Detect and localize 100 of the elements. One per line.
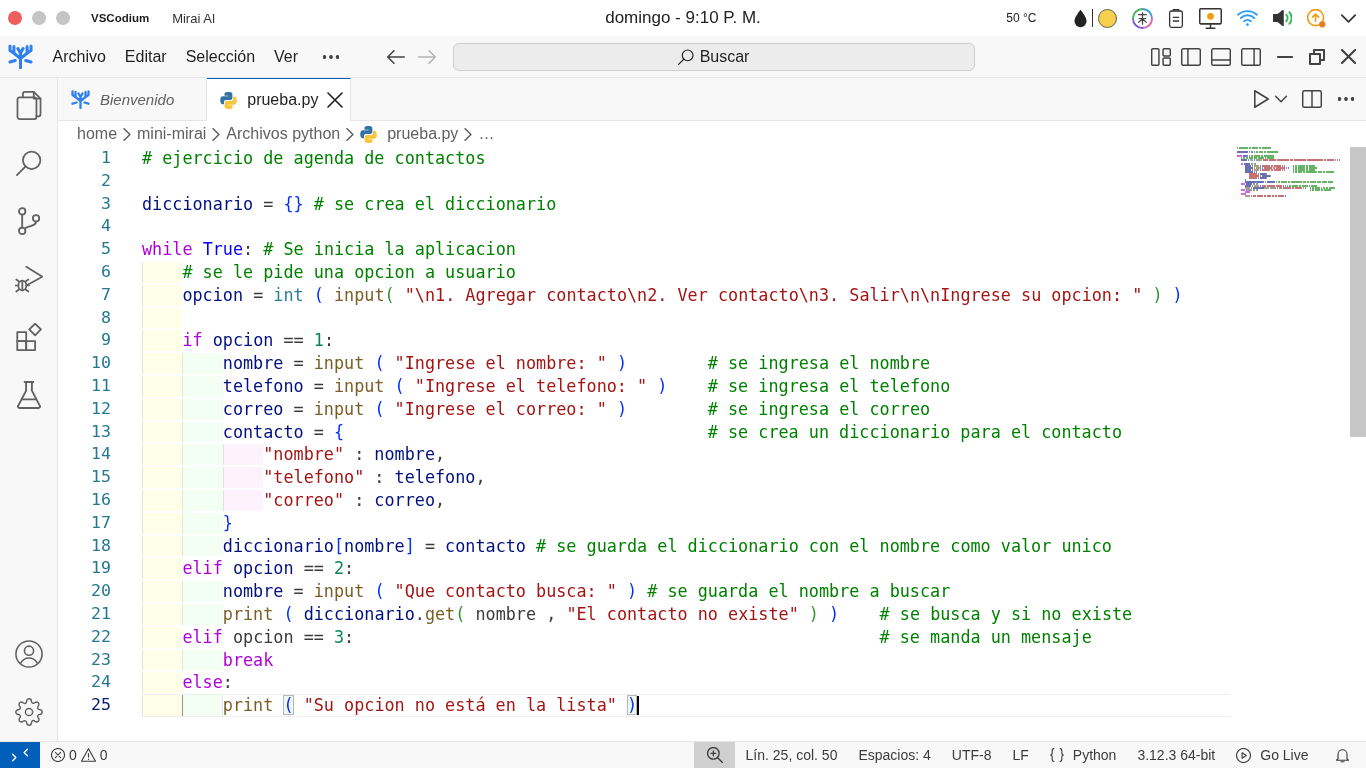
chevron-down-icon[interactable] (1341, 13, 1356, 23)
app-name[interactable]: VSCodium (91, 12, 150, 24)
status-bar-item[interactable]: Espacios: 4 (847, 742, 942, 768)
line-number: 14 (90, 443, 112, 466)
arrow-left-icon[interactable] (386, 49, 405, 64)
chevron-right-icon (212, 127, 221, 141)
menu-item[interactable]: Editar (115, 43, 177, 70)
run-icon[interactable] (1254, 90, 1269, 108)
search-box[interactable]: Buscar (452, 42, 975, 71)
split-icon[interactable] (1302, 90, 1322, 108)
status-bar-item[interactable]: LF (1001, 742, 1040, 768)
clipboard-icon[interactable] (1168, 8, 1184, 28)
sidebar-left-icon[interactable] (1181, 47, 1201, 66)
breadcrumb-item[interactable]: prueba.py (387, 125, 459, 143)
breadcrumb-item[interactable]: Archivos python (226, 125, 341, 143)
run-debug-icon[interactable] (14, 265, 43, 293)
code-line: print ( "Su opcion no está en la lista" ) (222, 695, 638, 716)
restore-icon[interactable] (1309, 48, 1325, 65)
indent-guide (142, 512, 183, 534)
status-bar-item[interactable]: Lín. 25, col. 50 (735, 742, 848, 768)
status-bar-item[interactable]: Go Live (1225, 742, 1319, 768)
indent-guide (142, 626, 183, 648)
code-line: telefono = input ( "Ingrese el telefono: " ) # se ingresa el telefono (222, 375, 951, 397)
update-icon[interactable] (1307, 8, 1326, 28)
line-number: 2 (100, 169, 112, 192)
gear-icon[interactable] (14, 698, 43, 726)
code-line: print ( diccionario.get( nombre , "El contacto no existe" ) ) # se busca y si no existe (222, 603, 1133, 625)
files-icon[interactable] (15, 90, 42, 120)
monitor-icon[interactable] (1199, 7, 1222, 29)
volume-icon[interactable] (1273, 10, 1292, 26)
code-line: elif opcion == 3: # se manda un mensaje (182, 626, 1092, 648)
close-dot-icon[interactable] (8, 11, 22, 25)
sidebar-right-icon[interactable] (1241, 47, 1261, 66)
close-icon[interactable] (1341, 49, 1356, 64)
code-line: diccionario = {} # se crea el diccionario (142, 193, 557, 215)
indent-guide (182, 581, 223, 602)
menu-item[interactable]: Ver (264, 43, 308, 70)
extensions-icon[interactable] (15, 323, 42, 351)
scrollbar-thumb[interactable] (1350, 147, 1366, 437)
indent-guide (142, 307, 183, 329)
dot-icon[interactable] (1098, 8, 1117, 28)
flask-icon[interactable] (16, 381, 41, 409)
breadcrumb-item[interactable]: … (478, 125, 495, 143)
indent-guide (142, 375, 183, 397)
status-bar-item[interactable]: 3.12.3 64-bit (1126, 742, 1226, 768)
line-number: 21 (90, 602, 112, 625)
menu-item[interactable]: Selección (176, 43, 265, 70)
window-name[interactable]: Mirai AI (172, 10, 216, 26)
line-number: 16 (90, 488, 112, 511)
more-icon[interactable] (322, 54, 339, 59)
close-icon[interactable] (327, 92, 344, 108)
indent-guide (182, 467, 223, 488)
line-number: 6 (100, 261, 112, 283)
wifi-icon[interactable] (1237, 10, 1258, 26)
status-bar-item[interactable]: Python (1039, 742, 1127, 768)
breadcrumb-item[interactable]: home (77, 125, 118, 143)
code-line: if opcion == 1: (182, 330, 334, 352)
code-line: "telefono" : telefono, (263, 467, 486, 488)
indent-guide (182, 398, 223, 420)
drop-icon[interactable] (1073, 8, 1087, 28)
breadcrumb-item[interactable]: mini-mirai (137, 125, 207, 143)
minimize-dot-icon[interactable] (32, 11, 46, 25)
status-bar-item[interactable]: UTF-8 (941, 742, 1002, 768)
line-number: 7 (100, 283, 112, 306)
temperature[interactable]: 50 °C (1006, 11, 1037, 25)
problems-button[interactable]: 0 0 (40, 742, 117, 768)
indent-guide (142, 695, 183, 716)
indent-guide (182, 353, 223, 374)
code-line: while True: # Se inicia la aplicacion (142, 239, 516, 260)
indent-guide (142, 489, 183, 511)
more-icon[interactable] (1338, 97, 1354, 101)
tab[interactable]: prueba.py (207, 78, 352, 121)
code-line: nombre = input ( "Que contacto busca: " ) # se guarda el nombre a buscar (222, 581, 951, 602)
chevron-down-icon[interactable] (1275, 95, 1287, 103)
panel-icon[interactable] (1211, 47, 1231, 66)
bell-icon[interactable] (1335, 747, 1350, 763)
badge-icon[interactable] (1132, 7, 1153, 29)
python-file-icon (220, 91, 238, 109)
line-number: 3 (100, 192, 112, 215)
line-number: 12 (90, 397, 112, 420)
code-line: correo = input ( "Ingrese el correo: " ) # se ingresa el correo (222, 398, 931, 420)
line-number: 11 (90, 374, 112, 397)
search-icon[interactable] (15, 150, 42, 176)
zoom-button[interactable] (694, 742, 736, 768)
account-icon[interactable] (14, 640, 43, 668)
indent-guide (142, 603, 183, 625)
code-line: # se le pide una opcion a usuario (182, 262, 516, 283)
indent-guide (142, 284, 183, 306)
branch-icon[interactable] (17, 207, 40, 235)
indent-guide (182, 489, 223, 511)
layout-icon[interactable] (1151, 47, 1171, 66)
code-line: "nombre" : nombre, (263, 444, 446, 466)
warning-icon (80, 748, 96, 762)
code-line: # ejercicio de agenda de contactos (142, 148, 486, 169)
menu-item[interactable]: Archivo (43, 43, 116, 70)
minimize-icon[interactable] (1277, 54, 1293, 59)
maximize-dot-icon[interactable] (56, 11, 70, 25)
remote-button[interactable] (0, 742, 40, 768)
clock[interactable]: domingo - 9:10 P. M. (605, 8, 761, 28)
indent-guide (182, 421, 223, 443)
